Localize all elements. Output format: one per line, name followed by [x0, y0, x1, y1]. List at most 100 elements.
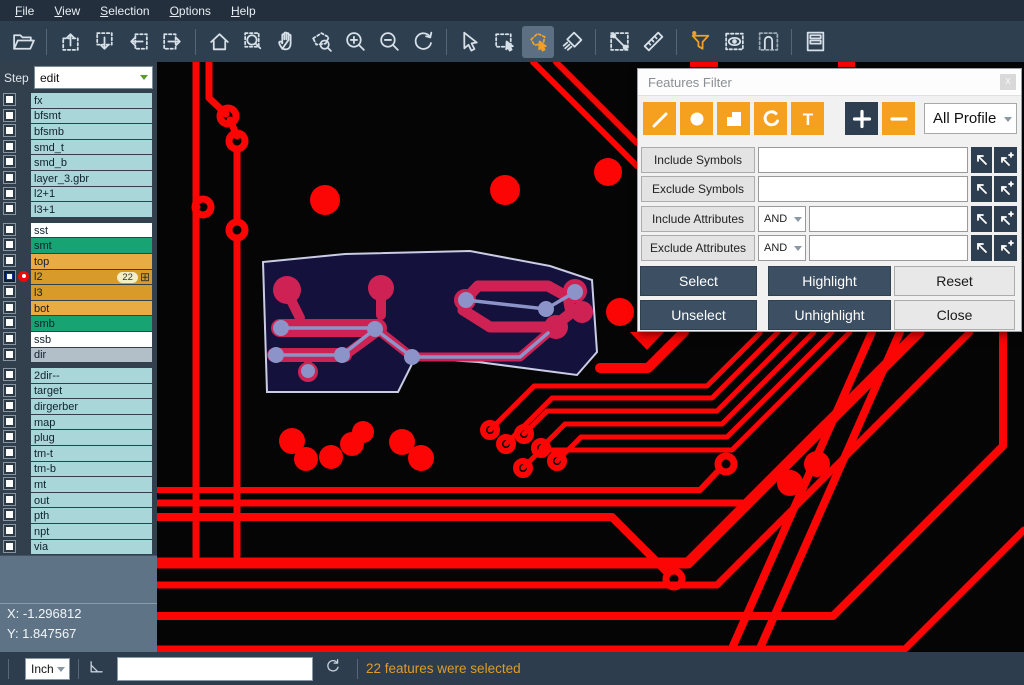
layer-name[interactable]: dir — [31, 348, 152, 363]
select-rect-button[interactable] — [488, 26, 520, 58]
layer-row-mt[interactable]: mt — [0, 477, 152, 492]
layer-name[interactable]: smb — [31, 316, 152, 331]
layer-name[interactable]: fx — [31, 93, 152, 108]
layer-checkbox[interactable] — [4, 463, 15, 474]
layer-checkbox[interactable] — [4, 302, 15, 313]
layer-checkbox[interactable] — [4, 224, 15, 235]
pan-left-button[interactable] — [122, 26, 154, 58]
add-filter-button[interactable] — [845, 102, 878, 135]
layer-checkbox[interactable] — [4, 400, 15, 411]
exclude-logic-dropdown[interactable]: AND — [758, 235, 806, 261]
text-feature-button[interactable]: T — [791, 102, 824, 135]
include-symbols-input[interactable] — [758, 147, 968, 173]
layer-checkbox[interactable] — [4, 271, 15, 282]
layer-row-l2[interactable]: l222⊞ — [0, 270, 152, 285]
pan-right-button[interactable] — [156, 26, 188, 58]
layer-name[interactable]: target — [31, 384, 152, 399]
include-attributes-button[interactable]: Include Attributes — [641, 206, 755, 232]
layer-row-bot[interactable]: bot — [0, 301, 152, 316]
layer-row-smb[interactable]: smb — [0, 316, 152, 331]
layer-row-fx[interactable]: fx — [0, 93, 152, 108]
layer-row-map[interactable]: map — [0, 415, 152, 430]
clean-brush-button[interactable] — [556, 26, 588, 58]
exclude-attributes-button[interactable]: Exclude Attributes — [641, 235, 755, 261]
unhighlight-button[interactable]: Unhighlight — [768, 300, 891, 330]
dialog-close-button[interactable]: x — [1000, 74, 1016, 90]
measure-line-button[interactable] — [603, 26, 635, 58]
layer-checkbox[interactable] — [4, 172, 15, 183]
layer-row-tm-b[interactable]: tm-b — [0, 462, 152, 477]
pick-symbol-button[interactable] — [971, 176, 992, 202]
layer-name[interactable]: bfsmt — [31, 109, 152, 124]
pick-add-attribute-button[interactable] — [994, 206, 1017, 232]
select-button[interactable]: Select — [640, 266, 757, 296]
layers-form-button[interactable] — [799, 26, 831, 58]
layer-checkbox[interactable] — [4, 333, 15, 344]
snap-corner-icon[interactable] — [87, 656, 107, 681]
layer-name[interactable]: bfsmb — [31, 124, 152, 139]
layer-row-sst[interactable]: sst — [0, 223, 152, 238]
close-button[interactable]: Close — [894, 300, 1015, 330]
layer-checkbox[interactable] — [4, 416, 15, 427]
refresh-icon[interactable] — [323, 656, 343, 681]
layer-name[interactable]: l3 — [31, 285, 152, 300]
layer-checkbox[interactable] — [4, 286, 15, 297]
select-polygon-button[interactable] — [522, 26, 554, 58]
zoom-polygon-button[interactable] — [305, 26, 337, 58]
pick-attribute-button[interactable] — [971, 235, 992, 261]
layer-name[interactable]: map — [31, 415, 152, 430]
layer-name[interactable]: dirgerber — [31, 399, 152, 414]
pad-feature-button[interactable] — [680, 102, 713, 135]
pick-add-symbol-button[interactable] — [994, 147, 1017, 173]
pan-hand-button[interactable] — [271, 26, 303, 58]
layer-checkbox[interactable] — [4, 317, 15, 328]
layer-row-npt[interactable]: npt — [0, 524, 152, 539]
layer-row-tm-t[interactable]: tm-t — [0, 446, 152, 461]
layer-name[interactable]: via — [31, 540, 152, 555]
layer-checkbox[interactable] — [4, 369, 15, 380]
layer-name[interactable]: smd_t — [31, 140, 152, 155]
layer-row-l3[interactable]: l3 — [0, 285, 152, 300]
layer-checkbox[interactable] — [4, 385, 15, 396]
layer-row-top[interactable]: top — [0, 254, 152, 269]
include-logic-dropdown[interactable]: AND — [758, 206, 806, 232]
layer-row-target[interactable]: target — [0, 384, 152, 399]
layer-name[interactable]: top — [31, 254, 152, 269]
layer-name[interactable]: ssb — [31, 332, 152, 347]
menu-view[interactable]: View — [45, 2, 89, 20]
layer-name[interactable]: l3+1 — [31, 202, 152, 217]
layer-name[interactable]: sst — [31, 223, 152, 238]
layer-row-plug[interactable]: plug — [0, 430, 152, 445]
layer-checkbox[interactable] — [4, 110, 15, 121]
layer-checkbox[interactable] — [4, 494, 15, 505]
pick-symbol-button[interactable] — [971, 147, 992, 173]
zoom-previous-button[interactable] — [407, 26, 439, 58]
layer-row-out[interactable]: out — [0, 493, 152, 508]
layer-row-pth[interactable]: pth — [0, 508, 152, 523]
layer-checkbox[interactable] — [4, 156, 15, 167]
layer-row-via[interactable]: via — [0, 540, 152, 555]
layer-checkbox[interactable] — [4, 141, 15, 152]
step-dropdown[interactable]: edit — [34, 66, 153, 89]
exclude-attributes-input[interactable] — [809, 235, 968, 261]
layer-checkbox[interactable] — [4, 541, 15, 552]
layer-row-layer_3.gbr[interactable]: layer_3.gbr — [0, 171, 152, 186]
layer-checkbox[interactable] — [4, 125, 15, 136]
layer-name[interactable]: bot — [31, 301, 152, 316]
layer-row-bfsmt[interactable]: bfsmt — [0, 109, 152, 124]
open-folder-button[interactable] — [7, 26, 39, 58]
layer-name[interactable]: layer_3.gbr — [31, 171, 152, 186]
zoom-in-button[interactable] — [339, 26, 371, 58]
layer-checkbox[interactable] — [4, 478, 15, 489]
unselect-button[interactable]: Unselect — [640, 300, 757, 330]
layer-name[interactable]: pth — [31, 508, 152, 523]
layer-row-dirgerber[interactable]: dirgerber — [0, 399, 152, 414]
layer-checkbox[interactable] — [4, 447, 15, 458]
layer-name[interactable]: npt — [31, 524, 152, 539]
layer-checkbox[interactable] — [4, 188, 15, 199]
layer-name[interactable]: 2dir-- — [31, 368, 152, 383]
layer-name[interactable]: l222⊞ — [31, 270, 152, 285]
layer-checkbox[interactable] — [4, 94, 15, 105]
layer-name[interactable]: out — [31, 493, 152, 508]
exclude-symbols-button[interactable]: Exclude Symbols — [641, 176, 755, 202]
